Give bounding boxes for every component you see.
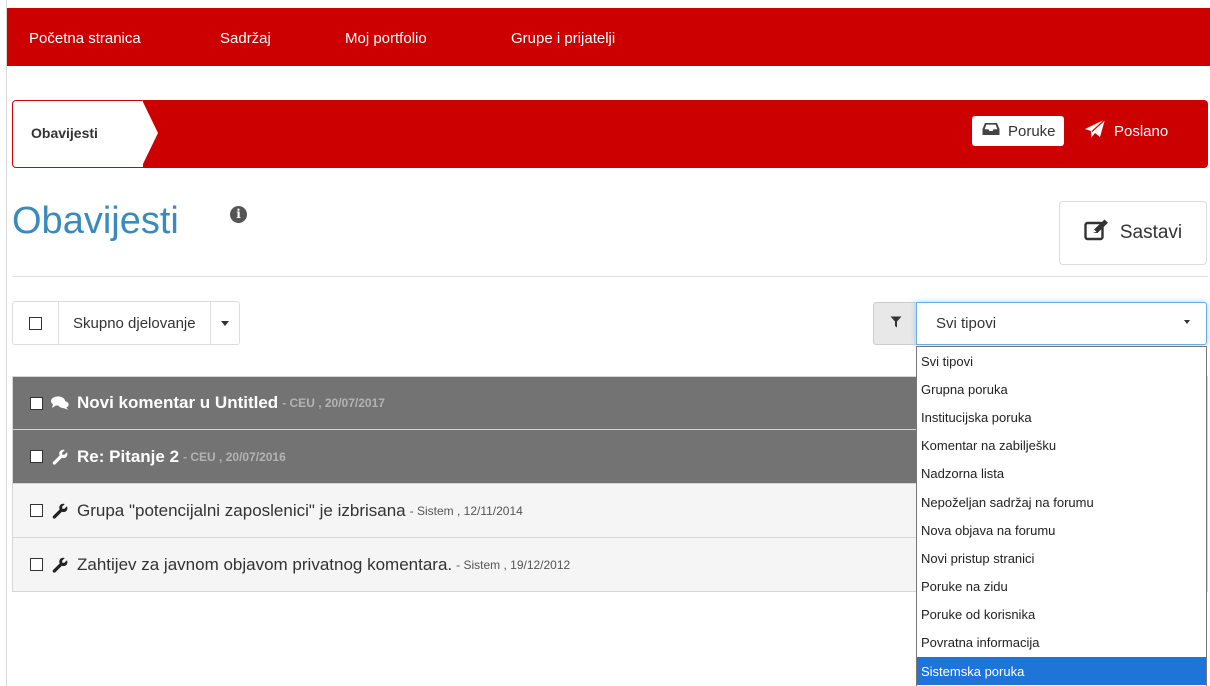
wrench-icon [51,502,69,520]
filter-option[interactable]: Novi pristup stranici [917,544,1206,572]
filter-option[interactable]: Komentar na zabilješku [917,432,1206,460]
type-filter-select[interactable]: Svi tipovi [916,302,1207,345]
comments-icon [51,394,69,412]
nav-portfolio[interactable]: Moj portfolio [345,30,427,47]
notification-meta: - CEU , 20/07/2017 [282,396,385,410]
filter-option[interactable]: Grupna poruka [917,375,1206,403]
breadcrumb: Obavijesti [13,101,143,167]
filter-option[interactable]: Poruke na zidu [917,573,1206,601]
page-title: Obavijesti [12,200,179,242]
notification-subject[interactable]: Grupa "potencijalni zaposlenici" je izbr… [77,501,406,521]
divider [12,276,1208,277]
breadcrumb-arrow [142,100,158,166]
notification-meta: - Sistem , 19/12/2012 [456,557,571,572]
bulk-action-button[interactable]: Skupno djelovanje [58,301,210,345]
filter-option[interactable]: Institucijska poruka [917,403,1206,431]
wrench-icon [51,556,69,574]
notification-meta: - CEU , 20/07/2016 [183,449,286,464]
row-checkbox[interactable] [30,396,43,410]
inbox-label: Poruke [1008,122,1056,140]
type-filter-value: Svi tipovi [936,315,997,332]
edit-icon [1084,219,1110,247]
select-all-checkbox[interactable] [29,316,42,330]
type-filter-dropdown: Svi tipovi Grupna poruka Institucijska p… [916,346,1207,686]
filter-icon [890,315,902,333]
nav-content[interactable]: Sadržaj [220,30,271,47]
filter-option[interactable]: Nepoželjan sadržaj na forumu [917,488,1206,516]
chevron-down-icon [220,320,229,326]
select-all-cell[interactable] [12,301,58,345]
wrench-icon [51,448,69,466]
breadcrumb-current: Obavijesti [31,125,98,141]
info-icon[interactable]: i [230,206,247,223]
row-checkbox[interactable] [30,558,43,571]
filter-option[interactable]: Poruke od korisnika [917,601,1206,629]
row-checkbox[interactable] [30,504,43,517]
nav-home[interactable]: Početna stranica [29,30,141,47]
compose-button[interactable]: Sastavi [1059,201,1207,265]
filter-option[interactable]: Povratna informacija [917,629,1206,657]
row-checkbox[interactable] [30,450,43,463]
bulk-action-group: Skupno djelovanje [12,301,240,345]
filter-button[interactable] [873,302,917,345]
bulk-action-toggle[interactable] [209,301,240,345]
compose-label: Sastavi [1119,222,1183,243]
top-nav: Početna stranica Sadržaj Moj portfolio G… [7,8,1210,66]
notification-subject[interactable]: Zahtijev za javnom objavom privatnog kom… [77,555,452,575]
paper-plane-icon [1084,119,1106,143]
chevron-down-icon [1184,320,1190,324]
inbox-button[interactable]: Poruke [972,116,1064,146]
notification-subject[interactable]: Novi komentar u Untitled [77,393,278,413]
sent-button[interactable]: Poslano [1084,116,1168,146]
notification-meta: - Sistem , 12/11/2014 [409,503,523,518]
inbox-icon [982,122,1000,140]
nav-groups-friends[interactable]: Grupe i prijatelji [511,30,615,47]
bulk-action-label: Skupno djelovanje [73,314,196,332]
sent-label: Poslano [1114,122,1169,140]
breadcrumb-bar: Obavijesti Poruke Poslano [12,100,1208,168]
notification-subject[interactable]: Re: Pitanje 2 [77,447,179,467]
filter-option[interactable]: Nova objava na forumu [917,516,1206,544]
filter-option[interactable]: Svi tipovi [917,347,1206,375]
filter-option-highlighted[interactable]: Sistemska poruka [917,657,1206,686]
filter-option[interactable]: Nadzorna lista [917,460,1206,488]
